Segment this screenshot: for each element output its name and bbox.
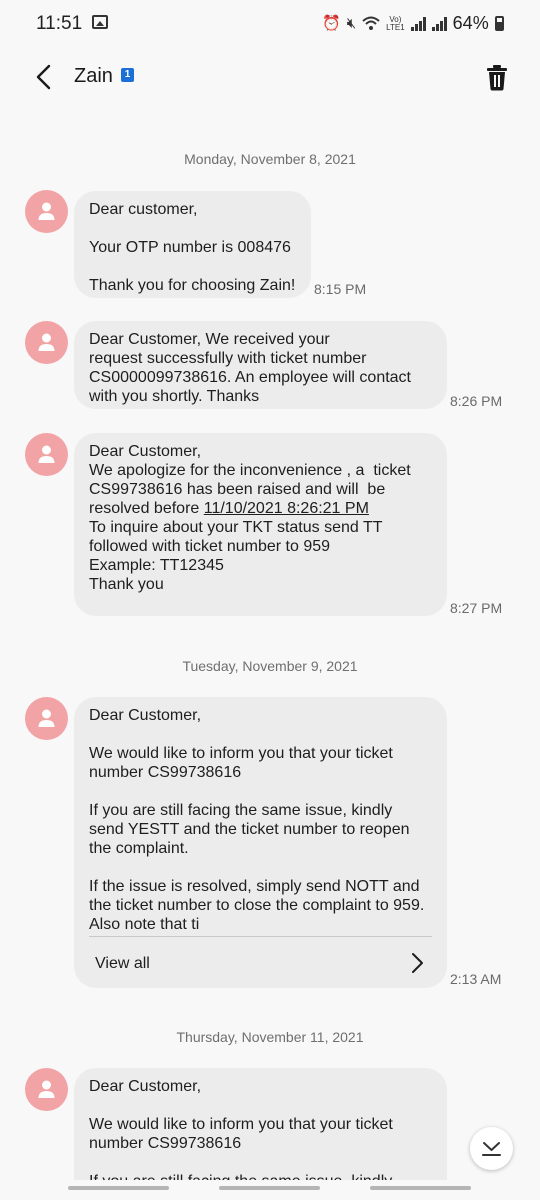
status-bar: 11:51 ⏰ 🔇︎ Vo) LTE1 64% [0, 0, 540, 48]
person-icon [38, 445, 55, 463]
nav-hint-left[interactable] [68, 1186, 169, 1190]
message-line: resolved before 11/10/2021 8:26:21 PM [89, 499, 432, 518]
message-time: 2:13 AM [450, 971, 502, 987]
message-line: If you are still facing the same issue, … [89, 1172, 432, 1180]
message-bubble[interactable]: Dear Customer, We received your request … [74, 321, 447, 409]
gallery-icon [92, 15, 108, 29]
person-icon [38, 202, 55, 220]
trash-icon [487, 65, 507, 91]
message-line: send YESTT and the ticket number to reop… [89, 821, 410, 838]
message-line: Dear Customer, We received your [89, 331, 330, 348]
nav-hint-home[interactable] [219, 1186, 320, 1190]
message-line: We would like to inform you that your ti… [89, 745, 393, 762]
message-bubble[interactable]: Dear customer, Your OTP number is 008476… [74, 191, 311, 298]
avatar[interactable] [25, 1068, 68, 1111]
gesture-navigation-bar [0, 1186, 540, 1192]
avatar[interactable] [25, 697, 68, 740]
message-line: Dear Customer, [89, 443, 202, 460]
chevron-down-icon [482, 1142, 501, 1156]
person-icon [38, 1080, 55, 1098]
avatar[interactable] [25, 433, 68, 476]
lte-label: LTE1 [386, 22, 405, 32]
date-separator: Thursday, November 11, 2021 [176, 1029, 364, 1045]
wifi-icon [362, 16, 380, 30]
delete-button[interactable] [484, 62, 510, 92]
alarm-icon: ⏰ [322, 14, 341, 32]
mute-icon: 🔇︎ [346, 14, 357, 32]
person-icon [38, 333, 55, 351]
message-line: Thank you [89, 576, 164, 593]
message-time: 8:27 PM [450, 600, 503, 616]
date-link[interactable]: 11/10/2021 8:26:21 PM [204, 500, 369, 517]
back-button[interactable] [30, 62, 58, 92]
back-arrow-icon [36, 64, 51, 90]
message-time: 8:15 PM [314, 281, 367, 297]
chevron-right-icon [412, 953, 423, 973]
message-line: number CS99738616 [89, 764, 242, 781]
signal-icon [431, 16, 447, 31]
message-line: with you shortly. Thanks [89, 388, 260, 405]
nav-hint-right[interactable] [370, 1186, 471, 1190]
message-line: To inquire about your TKT status send TT [89, 519, 383, 536]
avatar[interactable] [25, 190, 68, 233]
message-bubble[interactable]: Dear Customer, We apologize for the inco… [74, 433, 447, 616]
message-line: If the issue is resolved, simply send NO… [89, 878, 420, 895]
message-line: Dear Customer, [89, 707, 202, 724]
message-line: If you are still facing the same issue, … [89, 802, 393, 819]
battery-percent: 64% [452, 13, 489, 33]
message-line: We apologize for the inconvenience , a t… [89, 462, 411, 479]
view-all-label: View all [95, 955, 150, 972]
message-bubble[interactable]: Dear Customer, We would like to inform y… [74, 1068, 447, 1180]
date-separator: Monday, November 8, 2021 [184, 151, 356, 167]
message-line: CS0000099738616. An employee will contac… [89, 369, 411, 386]
message-line: Dear customer, [89, 201, 198, 218]
conversation-header: Zain 1 [0, 48, 540, 106]
message-line: request successfully with ticket number [89, 350, 367, 367]
message-line: number CS99738616 [89, 1135, 242, 1152]
scroll-to-bottom-button[interactable] [470, 1127, 513, 1170]
message-line: the complaint. [89, 840, 189, 857]
contact-name[interactable]: Zain [74, 65, 113, 88]
volte-icon: Vo) LTE1 [386, 15, 405, 32]
message-line: Example: TT12345 [89, 557, 224, 574]
status-time: 11:51 [36, 13, 83, 34]
sim-badge: 1 [121, 68, 134, 82]
signal-icon [410, 16, 426, 31]
message-line: the ticket number to close the complaint… [89, 897, 425, 914]
message-line: Thank you for choosing Zain! [89, 277, 296, 294]
date-separator: Tuesday, November 9, 2021 [182, 658, 358, 674]
avatar[interactable] [25, 321, 68, 364]
message-line: Your OTP number is 008476 [89, 239, 291, 256]
message-line: followed with ticket number to 959 [89, 538, 331, 555]
message-bubble[interactable]: Dear Customer, We would like to inform y… [74, 697, 447, 988]
message-line: Also note that ti [89, 916, 200, 933]
view-all-button[interactable]: View all [89, 936, 432, 988]
person-icon [38, 709, 55, 727]
message-text: resolved before [89, 500, 204, 517]
message-line: We would like to inform you that your ti… [89, 1116, 393, 1133]
battery-icon [494, 16, 504, 31]
message-line: CS99738616 has been raised and will be [89, 481, 386, 498]
message-line: Dear Customer, [89, 1078, 202, 1095]
message-time: 8:26 PM [450, 393, 503, 409]
